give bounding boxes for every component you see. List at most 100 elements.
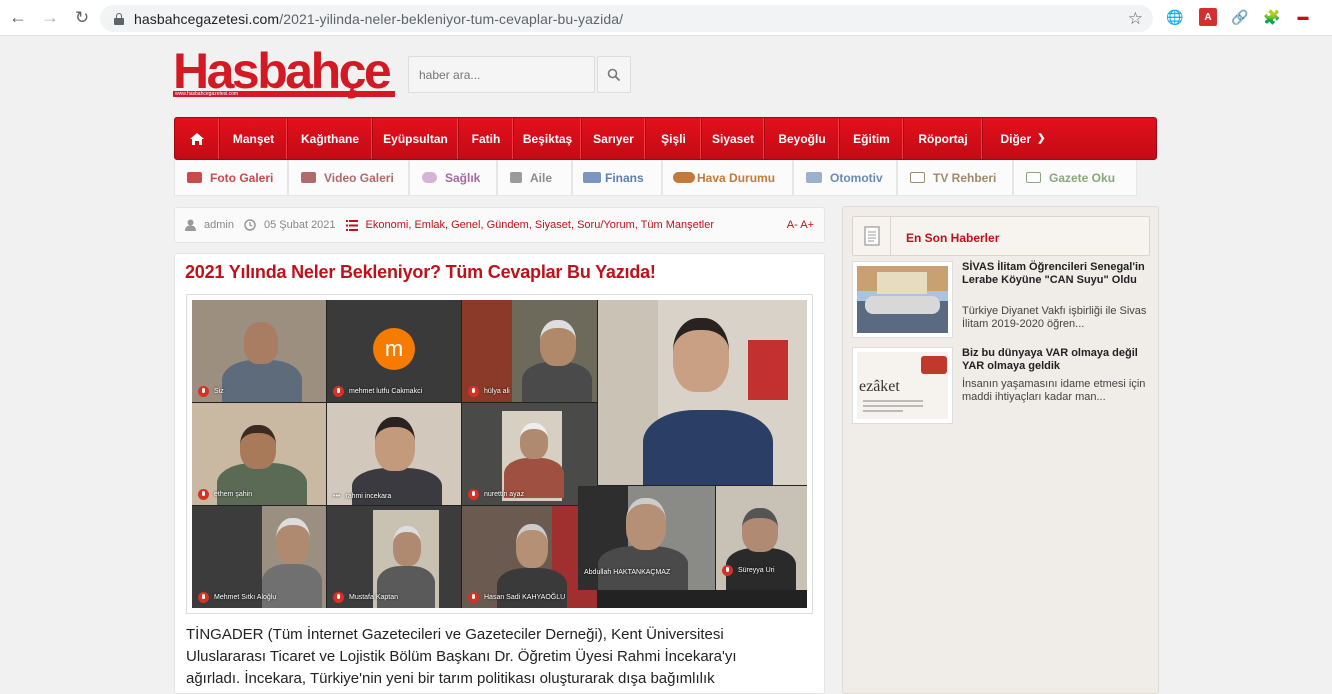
link-extension-icon[interactable]: 🔗 (1231, 8, 1249, 26)
home-button[interactable] (175, 118, 220, 159)
subnav-foto-galeri[interactable]: Foto Galeri (174, 160, 288, 196)
news-title[interactable]: Biz bu dünyaya VAR olmaya değil YAR olma… (962, 347, 1152, 373)
participant-name: Abdullah HAKTANKAÇMAZ (584, 569, 671, 576)
muted-mic-icon (198, 592, 209, 603)
font-size-control[interactable]: A- A+ (787, 219, 814, 231)
home-icon (510, 172, 522, 183)
participant-tile: Siz (192, 300, 326, 402)
muted-mic-icon (722, 565, 733, 576)
nav-manset[interactable]: Manşet (220, 118, 288, 159)
video-icon (301, 172, 316, 183)
subnav-otomotiv[interactable]: Otomotiv (793, 160, 897, 196)
article-paragraph-line: TİNGADER (Tüm İnternet Gazetecileri ve G… (186, 626, 724, 643)
video-conference-photo[interactable]: Siz m mehmet lutfu Cakmakci hülya ali et… (192, 300, 807, 608)
publish-date: 05 Şubat 2021 (263, 219, 336, 231)
participant-name: ethem şahin (214, 491, 253, 498)
lock-icon (114, 12, 124, 25)
nav-besiktas[interactable]: Beşiktaş (514, 118, 582, 159)
latest-news-sidebar: En Son Haberler SİVAS İlitam Öğrencileri… (842, 206, 1159, 694)
document-icon (853, 217, 891, 255)
nav-sisli[interactable]: Şişli (646, 118, 702, 159)
subnav-label: TV Rehberi (933, 170, 997, 185)
participant-name: Hasan Sadi KAHYAOĞLU (484, 594, 566, 601)
participant-name: Mehmet Sıtkı Aloğlu (214, 594, 277, 601)
subnav-label: Gazete Oku (1049, 170, 1116, 185)
participant-name: Süreyya Uri (738, 567, 775, 574)
forward-icon[interactable]: → (36, 4, 64, 32)
back-icon[interactable]: ← (4, 4, 32, 32)
subnav-label: Aile (530, 170, 553, 185)
participant-tile: Mustafa Kaptan (327, 506, 461, 608)
nav-fatih[interactable]: Fatih (459, 118, 514, 159)
subnav-label: Video Galeri (324, 170, 394, 185)
url-text: hasbahcegazetesi.com/2021-yilinda-neler-… (134, 10, 624, 27)
subnav-label: Hava Durumu (697, 170, 776, 185)
news-title[interactable]: SİVAS İlitam Öğrencileri Senegal'in Lera… (962, 261, 1152, 287)
muted-mic-icon (468, 592, 479, 603)
profile-flag-icon[interactable]: ▬ (1294, 8, 1312, 26)
address-bar[interactable]: hasbahcegazetesi.com/2021-yilinda-neler-… (100, 5, 1153, 32)
sidebar-header: En Son Haberler (852, 216, 1150, 256)
sub-navigation: Foto Galeri Video Galeri Sağlık Aile Fin… (174, 160, 1137, 196)
nav-siyaset[interactable]: Siyaset (702, 118, 765, 159)
muted-mic-icon (198, 386, 209, 397)
article-categories[interactable]: Ekonomi, Emlak, Genel, Gündem, Siyaset, … (366, 219, 714, 231)
article-paragraph-line: Uluslararası Ticaret ve Lojistik Bölüm B… (186, 648, 737, 665)
muted-mic-icon (468, 386, 479, 397)
article-paragraph-line: ağırladı. İncekara, Türkiye'nin yeni bir… (186, 670, 715, 687)
pill-icon (422, 172, 437, 183)
article-card: 2021 Yılında Neler Bekleniyor? Tüm Cevap… (174, 253, 825, 694)
participant-tile: Süreyya Uri (716, 486, 807, 590)
subnav-finans[interactable]: Finans (572, 160, 662, 196)
subnav-gazete-oku[interactable]: Gazete Oku (1013, 160, 1137, 196)
author-name[interactable]: admin (204, 219, 234, 231)
globe-icon[interactable]: 🌐 (1166, 8, 1184, 26)
subnav-aile[interactable]: Aile (497, 160, 572, 196)
participant-tile: ethem şahin (192, 403, 326, 505)
reload-icon[interactable]: ↻ (68, 4, 96, 32)
search-input[interactable] (408, 56, 595, 93)
subnav-video-galeri[interactable]: Video Galeri (288, 160, 409, 196)
site-logo[interactable]: Hasbahçe www.hasbahcegazetesi.com (173, 43, 395, 100)
participant-tile: Mehmet Sıtkı Aloğlu (192, 506, 326, 608)
nav-egitim[interactable]: Eğitim (840, 118, 904, 159)
participant-name: hülya ali (484, 388, 510, 395)
subnav-label: Sağlık (445, 170, 481, 185)
muted-mic-icon (198, 489, 209, 500)
bookmark-star-icon[interactable]: ☆ (1128, 9, 1143, 29)
muted-mic-icon (468, 489, 479, 500)
nav-kagithane[interactable]: Kağıthane (288, 118, 373, 159)
money-icon (583, 172, 601, 183)
subnav-label: Foto Galeri (210, 170, 274, 185)
subnav-hava-durumu[interactable]: Hava Durumu (662, 160, 793, 196)
user-icon (185, 219, 196, 231)
article-body: TİNGADER (Tüm İnternet Gazetecileri ve G… (186, 624, 816, 690)
main-navigation: Manşet Kağıthane Eyüpsultan Fatih Beşikt… (174, 117, 1157, 160)
nav-diger[interactable]: Diğer ❯ (983, 118, 1063, 159)
participant-name: mehmet lutfu Cakmakci (349, 388, 423, 395)
newspaper-icon (1026, 172, 1041, 183)
subnav-tv-rehberi[interactable]: TV Rehberi (897, 160, 1013, 196)
list-icon (345, 219, 358, 231)
speaker-portrait (598, 300, 807, 485)
avatar: m (373, 328, 415, 370)
participant-name: Mustafa Kaptan (349, 594, 399, 601)
participant-tile: nurettin ayaz (462, 403, 597, 505)
subnav-saglik[interactable]: Sağlık (409, 160, 497, 196)
nav-roportaj[interactable]: Röportaj (904, 118, 983, 159)
clock-icon (244, 219, 256, 231)
participant-name: nurettin ayaz (484, 491, 525, 498)
car-icon (806, 172, 822, 183)
muted-mic-icon (333, 592, 344, 603)
subnav-label: Finans (605, 170, 644, 185)
nav-sariyer[interactable]: Sarıyer (582, 118, 646, 159)
pdf-extension-icon[interactable]: A (1199, 8, 1217, 26)
search-button[interactable] (597, 56, 631, 93)
news-thumbnail[interactable] (852, 261, 953, 338)
thumb-caption: ezâket (859, 378, 900, 395)
puzzle-extensions-icon[interactable]: 🧩 (1263, 8, 1281, 26)
nav-beyoglu[interactable]: Beyoğlu (765, 118, 840, 159)
tv-icon (910, 172, 925, 183)
nav-eyupsultan[interactable]: Eyüpsultan (373, 118, 459, 159)
news-thumbnail[interactable]: ezâket (852, 347, 953, 424)
